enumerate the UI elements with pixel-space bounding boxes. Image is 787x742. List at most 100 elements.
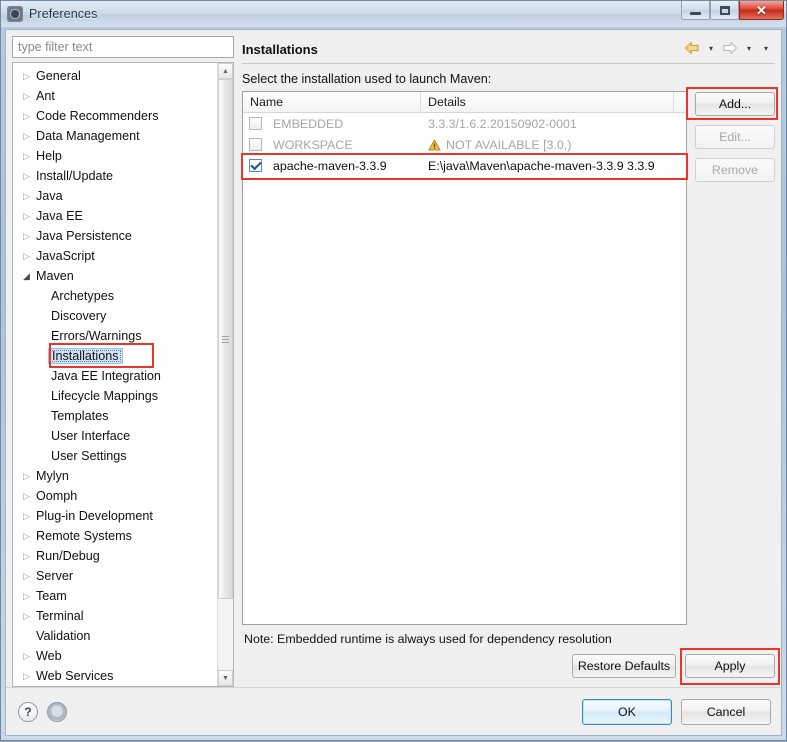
tree-item-java-persistence[interactable]: ▷ Java Persistence [13,226,217,246]
tree-item-mylyn[interactable]: ▷ Mylyn [13,466,217,486]
chevron-right-icon[interactable]: ▷ [19,71,34,82]
chevron-right-icon[interactable]: ▷ [19,91,34,102]
apply-button[interactable]: Apply [685,654,775,678]
chevron-right-icon[interactable]: ▷ [19,611,34,622]
ok-button[interactable]: OK [582,698,672,725]
preferences-tree-list[interactable]: ▷ General ▷ Ant ▷ Code Recommenders ▷ Data Mana… [13,63,217,686]
chevron-right-icon[interactable]: ▷ [19,571,34,582]
row-checkbox[interactable] [249,117,262,130]
tree-item-code-recommenders[interactable]: ▷ Code Recommenders [13,106,217,126]
column-header-name[interactable]: Name [243,92,421,112]
chevron-right-icon[interactable]: ▷ [19,671,34,682]
tree-item-javascript[interactable]: ▷ JavaScript [13,246,217,266]
tree-item-web[interactable]: ▷ Web [13,646,217,666]
table-row[interactable]: apache-maven-3.3.9 E:\java\Maven\apache-m… [243,155,686,176]
tree-item-validation[interactable]: ▷Validation [13,626,217,646]
maximize-button[interactable] [710,1,739,20]
view-menu-icon[interactable]: ▾ [759,39,773,57]
chevron-right-icon[interactable]: ▷ [19,551,34,562]
tree-item-team[interactable]: ▷ Team [13,586,217,606]
tree-item-remote-systems[interactable]: ▷ Remote Systems [13,526,217,546]
chevron-right-icon[interactable]: ▷ [19,251,34,262]
chevron-right-icon[interactable]: ▷ [19,211,34,222]
tree-item-user-interface[interactable]: ▷User Interface [13,426,217,446]
close-button[interactable]: ✕ [739,1,784,20]
tree-item-java[interactable]: ▷ Java [13,186,217,206]
tree-item-templates[interactable]: ▷Templates [13,406,217,426]
back-dropdown-icon[interactable]: ▾ [704,39,718,57]
tree-item-errors-warnings[interactable]: ▷Errors/Warnings [13,326,217,346]
chevron-down-icon[interactable]: ◢ [19,271,34,282]
table-cell-name: apache-maven-3.3.9 [243,159,421,173]
chevron-right-icon[interactable]: ▷ [19,531,34,542]
installation-details: NOT AVAILABLE [3.0,) [446,137,572,152]
warning-triangle-icon [428,139,441,151]
tree-item-data-management[interactable]: ▷ Data Management [13,126,217,146]
row-checkbox[interactable] [249,159,262,172]
tree-item-label: Java EE Integration [51,369,161,383]
minimize-button[interactable] [681,1,710,20]
tree-item-general[interactable]: ▷ General [13,66,217,86]
tree-item-java-ee-integration[interactable]: ▷Java EE Integration [13,366,217,386]
table-cell-details: 3.3.3/1.6.2.20150902-0001 [421,117,686,131]
help-icon[interactable]: ? [18,701,38,722]
scroll-up-button[interactable]: ▲ [218,63,233,79]
chevron-right-icon[interactable]: ▷ [19,471,34,482]
globe-icon[interactable] [47,701,67,722]
tree-item-maven[interactable]: ◢ Maven [13,266,217,286]
chevron-right-icon[interactable]: ▷ [19,151,34,162]
forward-dropdown-icon[interactable]: ▾ [742,39,756,57]
scroll-thumb[interactable] [218,79,233,600]
tree-item-plug-in-development[interactable]: ▷ Plug-in Development [13,506,217,526]
edit-button: Edit... [695,125,775,149]
add-button[interactable]: Add... [695,92,775,116]
tree-item-server[interactable]: ▷ Server [13,566,217,586]
installations-table: Name Details EMBEDDED 3.3.3/1.6.2.2015090… [241,91,688,625]
column-header-details[interactable]: Details [421,92,674,112]
chevron-right-icon[interactable]: ▷ [19,651,34,662]
chevron-right-icon[interactable]: ▷ [19,511,34,522]
tree-item-installations[interactable]: ▷Installations [13,346,217,366]
back-arrow-icon[interactable] [683,39,701,57]
restore-defaults-button[interactable]: Restore Defaults [572,654,676,678]
scroll-down-button[interactable]: ▼ [218,670,233,686]
chevron-right-icon[interactable]: ▷ [19,111,34,122]
tree-scrollbar[interactable]: ▲ ▼ [217,63,233,686]
tree-item-ant[interactable]: ▷ Ant [13,86,217,106]
tree-item-install-update[interactable]: ▷ Install/Update [13,166,217,186]
installation-name: WORKSPACE [273,137,353,152]
tree-item-oomph[interactable]: ▷ Oomph [13,486,217,506]
tree-item-web-services[interactable]: ▷ Web Services [13,666,217,686]
chevron-right-icon[interactable]: ▷ [19,591,34,602]
chevron-right-icon[interactable]: ▷ [19,231,34,242]
tree-item-discovery[interactable]: ▷Discovery [13,306,217,326]
tree-item-label: Lifecycle Mappings [51,389,159,403]
note-label: Note: Embedded runtime is always used fo… [244,632,612,646]
table-row[interactable]: EMBEDDED 3.3.3/1.6.2.20150902-0001 [243,113,686,134]
tree-item-label: Templates [51,409,109,423]
tree-item-user-settings[interactable]: ▷User Settings [13,446,217,466]
tree-item-terminal[interactable]: ▷ Terminal [13,606,217,626]
table-cell-details: NOT AVAILABLE [3.0,) [421,138,686,152]
tree-item-run-debug[interactable]: ▷ Run/Debug [13,546,217,566]
chevron-right-icon[interactable]: ▷ [19,131,34,142]
chevron-right-icon[interactable]: ▷ [19,171,34,182]
tree-item-label: Install/Update [36,169,114,183]
tree-item-label: Server [36,569,74,583]
chevron-right-icon[interactable]: ▷ [19,491,34,502]
tree-item-label: Plug-in Development [36,509,153,523]
tree-item-label: Terminal [36,609,84,623]
table-row[interactable]: WORKSPACE NOT AVAILABLE [3.0,) [243,134,686,155]
tree-item-help[interactable]: ▷ Help [13,146,217,166]
tree-item-java-ee[interactable]: ▷ Java EE [13,206,217,226]
scroll-track[interactable] [218,79,233,670]
filter-input[interactable]: type filter text [12,36,234,58]
row-checkbox[interactable] [249,138,262,151]
chevron-right-icon[interactable]: ▷ [19,191,34,202]
tree-item-lifecycle-mappings[interactable]: ▷Lifecycle Mappings [13,386,217,406]
preferences-gear-icon [7,6,23,22]
tree-item-label: Code Recommenders [36,109,159,123]
page-title: Installations [242,42,318,57]
cancel-button[interactable]: Cancel [681,698,771,725]
tree-item-archetypes[interactable]: ▷Archetypes [13,286,217,306]
